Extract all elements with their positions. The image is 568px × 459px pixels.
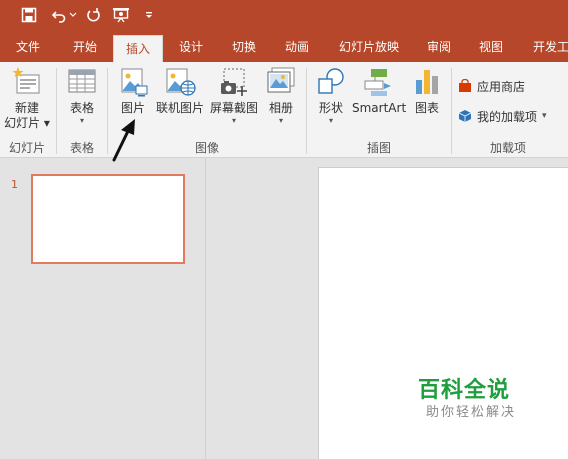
table-caret-icon: ▾ bbox=[79, 116, 84, 125]
watermark: 百科全说 助你轻松解决 bbox=[418, 378, 516, 422]
ribbon-tabs: 文件 开始 插入 设计 切换 动画 幻灯片放映 审阅 视图 开发工 bbox=[0, 32, 568, 62]
picture-icon bbox=[121, 68, 148, 97]
tab-review[interactable]: 审阅 bbox=[418, 32, 460, 62]
undo-icon[interactable] bbox=[48, 4, 70, 26]
ribbon: 新建 幻灯片 ▾ 幻灯片 表格 ▾ 表格 图片 联机图片 屏幕截图 ▾ 相册 ▾… bbox=[0, 62, 568, 158]
new-slide-label-1: 新建 bbox=[14, 101, 39, 115]
present-icon[interactable] bbox=[110, 4, 132, 26]
tab-home[interactable]: 开始 bbox=[64, 32, 106, 62]
online-pictures-label: 联机图片 bbox=[155, 101, 204, 115]
chart-icon bbox=[416, 70, 438, 94]
smartart-button[interactable]: SmartArt bbox=[352, 66, 407, 116]
new-slide-icon bbox=[12, 67, 40, 94]
tab-developer[interactable]: 开发工 bbox=[526, 32, 568, 62]
smartart-label: SmartArt bbox=[352, 101, 407, 115]
tab-design[interactable]: 设计 bbox=[170, 32, 212, 62]
tab-insert[interactable]: 插入 bbox=[113, 35, 163, 62]
picture-label: 图片 bbox=[120, 101, 145, 115]
group-tables-label: 表格 bbox=[69, 141, 94, 155]
screenshot-icon bbox=[221, 68, 247, 96]
table-icon bbox=[68, 69, 96, 93]
title-bar bbox=[0, 0, 568, 32]
app-store-label: 应用商店 bbox=[477, 79, 526, 94]
smartart-icon bbox=[364, 69, 391, 96]
annotation-arrow-icon bbox=[112, 119, 135, 162]
table-label: 表格 bbox=[69, 101, 94, 115]
slide-number: 1 bbox=[11, 178, 18, 191]
group-divider bbox=[56, 68, 57, 154]
shapes-caret-icon: ▾ bbox=[328, 116, 333, 125]
online-pictures-icon bbox=[166, 68, 196, 96]
screenshot-button[interactable]: 屏幕截图 ▾ bbox=[208, 66, 260, 126]
shapes-button[interactable]: 形状 ▾ bbox=[312, 66, 350, 126]
photo-album-icon bbox=[267, 67, 295, 93]
group-addins-label: 加载项 bbox=[489, 141, 526, 155]
addins-cube-icon bbox=[458, 110, 472, 122]
tab-file[interactable]: 文件 bbox=[8, 32, 48, 62]
chart-button[interactable]: 图表 bbox=[408, 66, 446, 116]
photo-album-button[interactable]: 相册 ▾ bbox=[262, 66, 300, 126]
new-slide-label-2: 幻灯片 ▾ bbox=[4, 116, 50, 130]
picture-button[interactable]: 图片 bbox=[114, 66, 152, 116]
tab-slideshow[interactable]: 幻灯片放映 bbox=[330, 32, 408, 62]
my-addins-label: 我的加载项 bbox=[477, 109, 538, 124]
slide-thumbnail[interactable] bbox=[31, 174, 185, 264]
photo-album-caret-icon: ▾ bbox=[278, 116, 283, 125]
undo-dropdown-icon[interactable] bbox=[68, 4, 78, 26]
group-slides-label: 幻灯片 bbox=[8, 141, 45, 155]
shapes-label: 形状 bbox=[318, 101, 343, 115]
group-divider bbox=[306, 68, 307, 154]
save-icon[interactable] bbox=[18, 4, 40, 26]
screenshot-label: 屏幕截图 bbox=[209, 101, 258, 115]
chart-label: 图表 bbox=[414, 101, 439, 115]
photo-album-label: 相册 bbox=[268, 101, 293, 115]
my-addins-button[interactable]: 我的加载项 ▾ bbox=[458, 106, 547, 126]
screenshot-caret-icon: ▾ bbox=[231, 116, 236, 125]
table-button[interactable]: 表格 ▾ bbox=[62, 66, 102, 126]
group-illustrations-label: 插图 bbox=[366, 141, 391, 155]
watermark-title: 百科全说 bbox=[418, 378, 511, 403]
redo-icon[interactable] bbox=[82, 4, 104, 26]
new-slide-label-text: 幻灯片 bbox=[4, 116, 41, 130]
online-pictures-button[interactable]: 联机图片 bbox=[154, 66, 206, 116]
tab-animations[interactable]: 动画 bbox=[276, 32, 318, 62]
app-store-button[interactable]: 应用商店 bbox=[458, 76, 525, 96]
tab-view[interactable]: 视图 bbox=[470, 32, 512, 62]
shapes-icon bbox=[318, 68, 344, 94]
tab-transitions[interactable]: 切换 bbox=[223, 32, 265, 62]
new-slide-button[interactable]: 新建 幻灯片 ▾ bbox=[2, 66, 52, 131]
my-addins-caret-icon[interactable]: ▾ bbox=[542, 111, 547, 121]
group-divider bbox=[107, 68, 108, 154]
watermark-subtitle: 助你轻松解决 bbox=[426, 405, 517, 420]
group-images-label: 图像 bbox=[194, 141, 219, 155]
store-bag-icon bbox=[459, 79, 471, 92]
group-divider bbox=[451, 68, 452, 154]
customize-icon[interactable] bbox=[142, 4, 156, 26]
